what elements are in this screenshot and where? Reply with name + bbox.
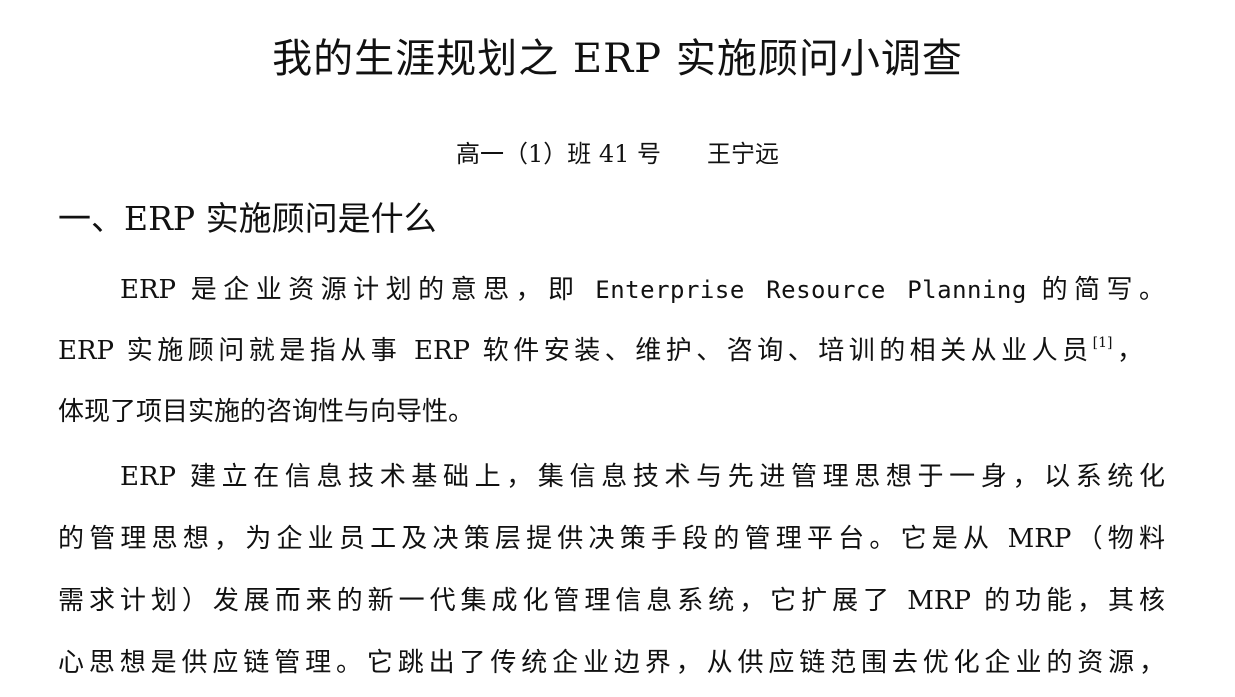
paragraph-line: ERP 实施顾问就是指从事 ERP 软件安装、维护、咨询、培训的相关从业人员[1… xyxy=(58,335,1143,366)
author-name: 王宁远 xyxy=(707,140,780,168)
english-term: Enterprise Resource Planning xyxy=(595,276,1027,304)
paragraph-line: 心思想是供应链管理。它跳出了传统企业边界，从供应链范围去优化企业的资源， xyxy=(58,648,1165,678)
byline: 高一（1）班 41 号 王宁远 xyxy=(0,138,1235,170)
paragraph-line: 需求计划）发展而来的新一代集成化管理信息系统，它扩展了 MRP 的功能，其核 xyxy=(58,586,1165,616)
paragraph-line: ERP 是企业资源计划的意思，即 Enterprise Resource Pla… xyxy=(120,275,1166,305)
paragraph-line: ERP 建立在信息技术基础上，集信息技术与先进管理思想于一身，以系统化 xyxy=(120,462,1165,492)
section-heading: 一、ERP 实施顾问是什么 xyxy=(58,199,437,238)
document-title: 我的生涯规划之 ERP 实施顾问小调查 xyxy=(272,36,963,82)
citation-mark: [1] xyxy=(1092,335,1113,351)
paragraph-line: 的管理思想，为企业员工及决策层提供决策手段的管理平台。它是从 MRP（物料 xyxy=(58,524,1165,554)
paragraph-line: 体现了项目实施的咨询性与向导性。 xyxy=(58,397,475,427)
class-info: 高一（1）班 41 号 xyxy=(455,140,662,168)
